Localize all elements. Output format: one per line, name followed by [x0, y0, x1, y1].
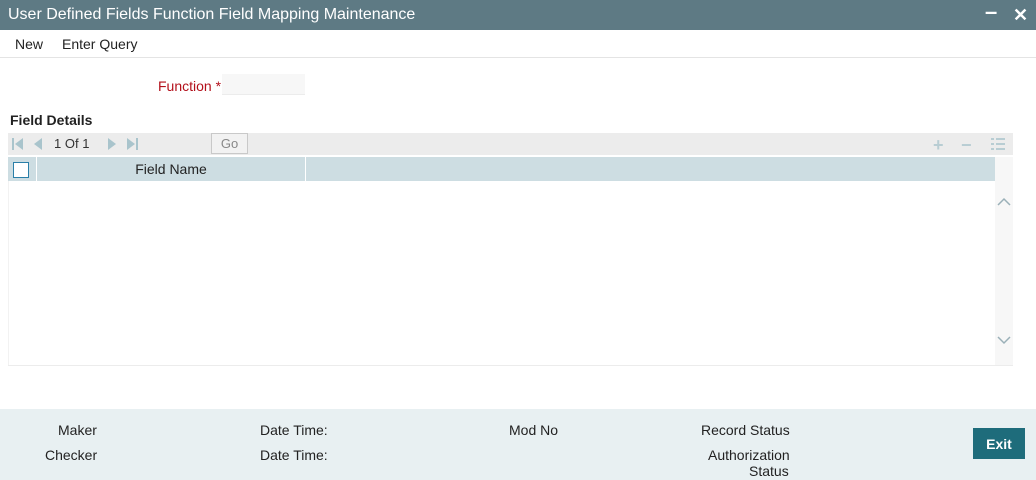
menu-bar: New Enter Query	[0, 30, 1036, 58]
menu-new[interactable]: New	[15, 36, 43, 52]
first-page-icon[interactable]	[12, 137, 24, 151]
pager-of: Of	[64, 136, 79, 151]
function-input[interactable]	[222, 74, 305, 95]
authorization-status-label-line2: Status	[749, 463, 789, 479]
grid-header: Field Name	[8, 157, 995, 181]
grid-body	[8, 181, 9, 365]
grid-bottom-border	[8, 365, 1013, 366]
exit-button[interactable]: Exit	[973, 428, 1025, 459]
scroll-down-icon[interactable]	[997, 333, 1011, 347]
grid-scrollbar[interactable]	[995, 157, 1013, 365]
previous-page-icon[interactable]	[32, 137, 44, 151]
checker-label: Checker	[45, 447, 98, 463]
authorization-status-label-line1: Authorization	[708, 447, 790, 463]
mod-no-label: Mod No	[509, 422, 559, 438]
minimize-icon[interactable]: –	[985, 1, 997, 23]
list-icon[interactable]	[991, 138, 1005, 150]
next-page-icon[interactable]	[106, 137, 118, 151]
scroll-up-icon[interactable]	[997, 195, 1011, 209]
pager-total: 1	[82, 136, 90, 151]
go-button[interactable]: Go	[211, 133, 248, 154]
window-title: User Defined Fields Function Field Mappi…	[8, 6, 416, 23]
checker-date-time-label: Date Time:	[260, 447, 328, 463]
select-all-checkbox[interactable]	[13, 162, 29, 178]
record-status-label: Record Status	[701, 422, 790, 438]
title-bar: User Defined Fields Function Field Mappi…	[0, 0, 1036, 30]
pager-text: 1 Of 1	[54, 136, 89, 151]
maker-label: Maker	[58, 422, 97, 438]
required-marker: *	[215, 78, 222, 94]
pager-current: 1	[54, 136, 62, 151]
menu-enter-query[interactable]: Enter Query	[62, 36, 137, 52]
add-row-icon[interactable]: +	[933, 135, 944, 156]
select-all-cell	[8, 157, 37, 181]
last-page-icon[interactable]	[126, 137, 138, 151]
column-header-field-name[interactable]: Field Name	[37, 157, 306, 181]
audit-footer	[0, 409, 1036, 480]
delete-row-icon[interactable]: −	[961, 135, 972, 156]
grid-toolbar: 1 Of 1 Go + −	[8, 133, 1013, 155]
field-details-title: Field Details	[10, 112, 93, 128]
function-label: Function *	[158, 78, 222, 94]
maker-date-time-label: Date Time:	[260, 422, 328, 438]
close-icon[interactable]: ✕	[1013, 4, 1028, 26]
